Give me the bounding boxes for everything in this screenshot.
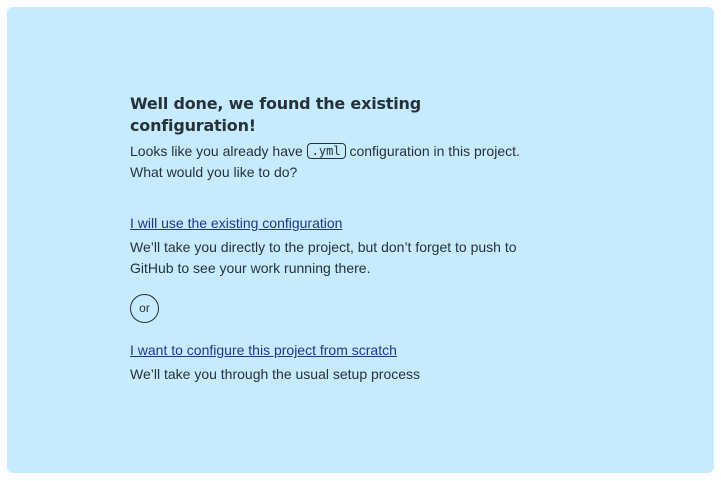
config-dialog-content: Well done, we found the existing configu… xyxy=(130,93,550,385)
yml-code-badge: .yml xyxy=(306,143,346,159)
intro-before-code: Looks like you already have xyxy=(130,143,303,159)
option-use-existing: I will use the existing configuration We… xyxy=(130,213,550,279)
configure-from-scratch-description: We’ll take you through the usual setup p… xyxy=(130,366,421,382)
configure-from-scratch-link[interactable]: I want to configure this project from sc… xyxy=(130,340,397,360)
config-detected-panel: Well done, we found the existing configu… xyxy=(7,7,714,473)
intro-question: What would you like to do? xyxy=(130,164,298,180)
or-separator: or xyxy=(130,294,159,323)
use-existing-configuration-link[interactable]: I will use the existing configuration xyxy=(130,213,342,233)
use-existing-description: We’ll take you directly to the project, … xyxy=(130,239,517,276)
page-title: Well done, we found the existing configu… xyxy=(130,94,421,135)
intro-text: Looks like you already have .yml configu… xyxy=(130,141,550,183)
intro-after-code: configuration in this project. xyxy=(349,143,520,159)
option-configure-scratch: I want to configure this project from sc… xyxy=(130,340,550,385)
